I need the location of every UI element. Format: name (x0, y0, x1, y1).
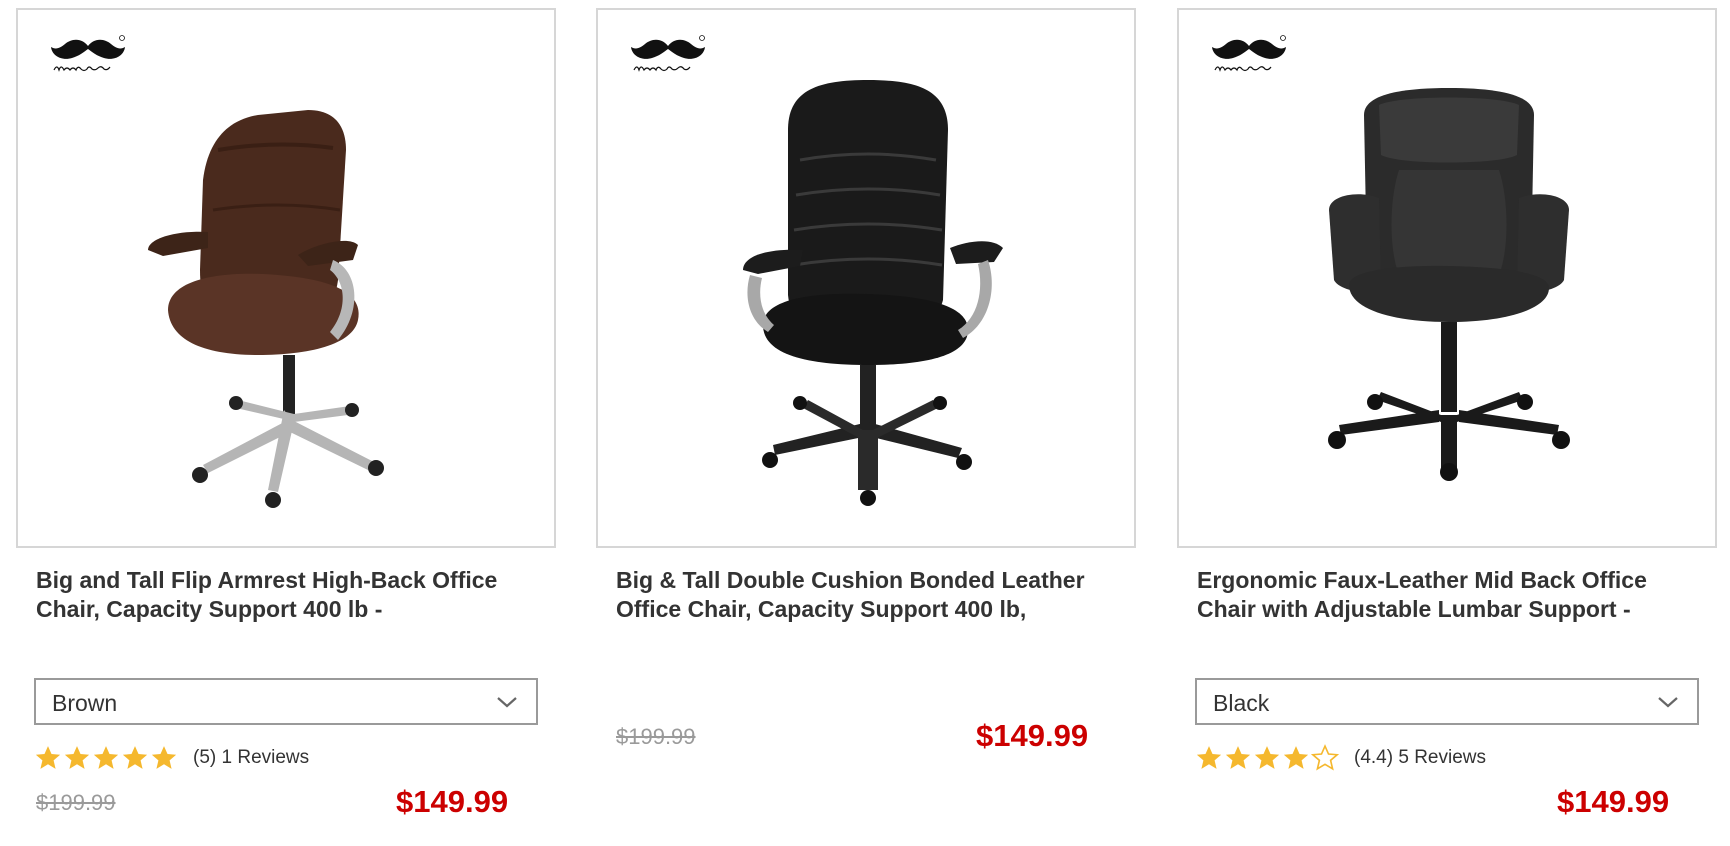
black-mid-back-office-chair-icon (1328, 88, 1570, 481)
color-select-value: Brown (52, 690, 118, 716)
product-card: Ergonomic Faux-Leather Mid Back Office C… (1177, 0, 1730, 846)
product-image-link[interactable] (1177, 8, 1717, 548)
product-title-line: Office Chair, Capacity Support 400 lb, (616, 596, 1027, 622)
star-rating (34, 744, 179, 772)
color-select[interactable]: Brown (34, 678, 538, 725)
product-title-line: Big and Tall Flip Armrest High-Back Offi… (36, 567, 498, 593)
star-full-icon (121, 744, 149, 772)
product-card: Big and Tall Flip Armrest High-Back Offi… (16, 0, 576, 846)
product-image-link[interactable] (16, 8, 556, 548)
product-title[interactable]: Big & Tall Double Cushion Bonded Leather… (616, 566, 1136, 624)
sale-price: $149.99 (976, 718, 1089, 753)
product-title-line: Big & Tall Double Cushion Bonded Leather (616, 567, 1085, 593)
product-image-link[interactable] (596, 8, 1136, 548)
product-title-line: Chair with Adjustable Lumbar Support - (1197, 596, 1631, 622)
color-select-value: Black (1213, 690, 1270, 716)
chevron-down-icon (1657, 693, 1679, 711)
color-select[interactable]: Black (1195, 678, 1699, 725)
sale-price: $149.99 (1557, 784, 1670, 819)
review-count: (5) 1 Reviews (193, 747, 310, 768)
old-price: $199.99 (616, 724, 696, 749)
product-title-line: Ergonomic Faux-Leather Mid Back Office (1197, 567, 1647, 593)
product-title[interactable]: Ergonomic Faux-Leather Mid Back Office C… (1197, 566, 1717, 624)
chevron-down-icon (496, 693, 518, 711)
star-rating (1195, 744, 1340, 772)
product-title[interactable]: Big and Tall Flip Armrest High-Back Offi… (36, 566, 556, 624)
star-full-icon (1224, 744, 1252, 772)
star-full-icon (34, 744, 62, 772)
star-full-icon (1253, 744, 1281, 772)
old-price: $199.99 (36, 790, 116, 815)
brown-office-chair-icon (148, 110, 384, 508)
product-rating[interactable]: (4.4) 5 Reviews (1195, 742, 1486, 774)
star-full-icon (1195, 744, 1223, 772)
star-full-icon (63, 744, 91, 772)
star-full-icon (150, 744, 178, 772)
sale-price: $149.99 (396, 784, 509, 819)
star-full-icon (1282, 744, 1310, 772)
product-rating[interactable]: (5) 1 Reviews (34, 742, 309, 774)
star-empty-icon (1311, 744, 1339, 772)
star-full-icon (92, 744, 120, 772)
product-title-line: Chair, Capacity Support 400 lb - (36, 596, 383, 622)
black-office-chair-icon (743, 80, 1003, 506)
product-card: Big & Tall Double Cushion Bonded Leather… (596, 0, 1156, 846)
review-count: (4.4) 5 Reviews (1354, 747, 1486, 768)
